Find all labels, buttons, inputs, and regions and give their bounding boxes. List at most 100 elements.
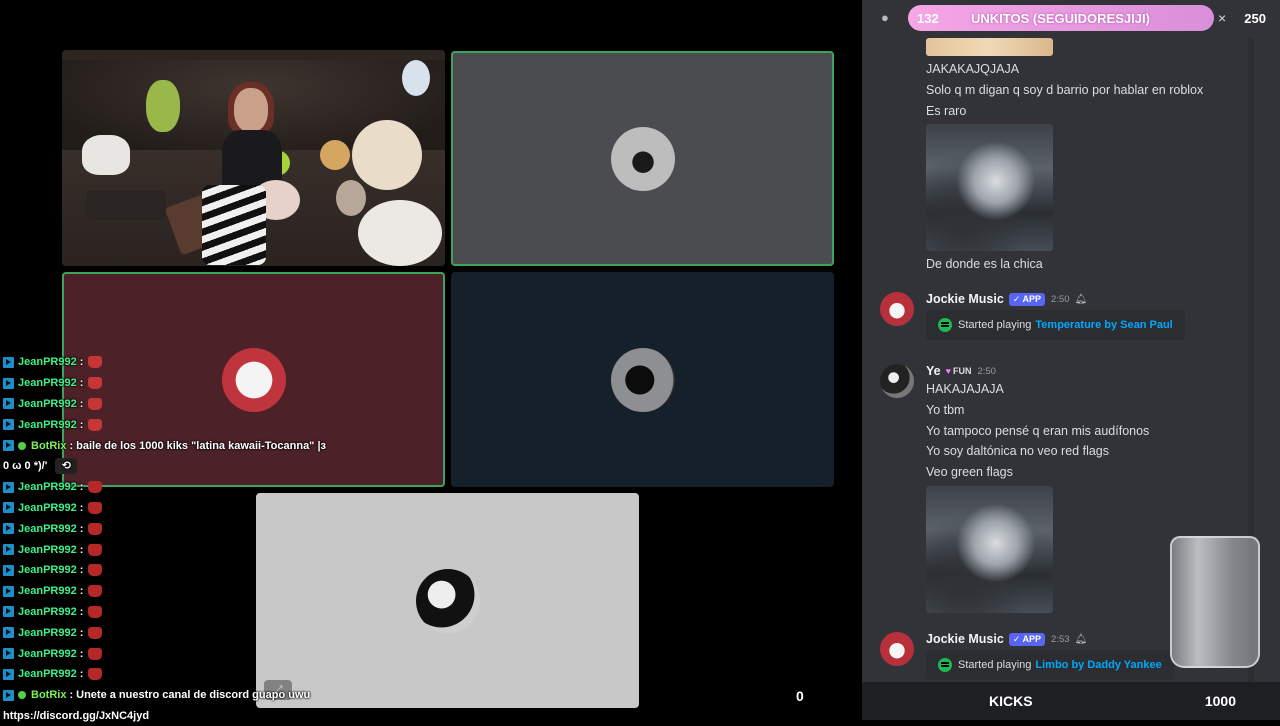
app-badge: ✓ APP — [1008, 632, 1046, 646]
kick-badge-icon — [3, 502, 14, 514]
chat-message-continuation[interactable]: https://discord.gg/JxNC4jyd — [0, 710, 149, 722]
emote-icon — [88, 481, 103, 494]
emote-icon — [88, 647, 103, 660]
embed-text: Started playing — [958, 319, 1032, 331]
kicks-label: KICKS — [989, 693, 1033, 709]
chat-line: JeanPR992: — [0, 373, 340, 394]
emote-icon — [88, 418, 103, 431]
webcam-tile[interactable] — [62, 50, 445, 266]
bell-icon: 🔔︎ — [1074, 293, 1088, 305]
username[interactable]: Jockie Music — [926, 632, 1004, 646]
message-text: HAKAJAJAJA — [926, 382, 1004, 396]
spotify-icon — [938, 318, 952, 332]
chat-message-continuation: 0 ω 0 *)/' — [3, 460, 48, 473]
participant-tile[interactable] — [451, 272, 834, 487]
chat-line-wrap: 0 ω 0 *)/' ⟲ — [0, 456, 340, 477]
jockie-avatar[interactable] — [880, 292, 914, 326]
chat-username[interactable]: JeanPR992 — [18, 627, 77, 639]
chat-username[interactable]: JeanPR992 — [18, 606, 77, 618]
username[interactable]: Jockie Music — [926, 292, 1004, 306]
kicks-alert-banner: ● 132 UNKITOS (SEGUIDORESJIJI) × 250 — [868, 5, 1274, 31]
refresh-icon[interactable]: ⟲ — [55, 458, 78, 475]
message-header: Jockie Music ✓ APP 2:53 🔔︎ — [926, 632, 1087, 646]
chat-message: Unete a nuestro canal de discord guapo u… — [76, 689, 311, 702]
image-attachment[interactable] — [926, 38, 1053, 56]
message-header: Jockie Music ✓ APP 2:50 🔔︎ — [926, 292, 1087, 306]
chat-username[interactable]: BotRix — [31, 440, 66, 452]
kick-badge-icon — [3, 668, 14, 680]
chat-separator: : — [79, 501, 84, 514]
image-attachment[interactable] — [926, 124, 1053, 251]
chat-line: JeanPR992: — [0, 581, 340, 602]
chat-separator: : — [79, 543, 84, 556]
chat-username[interactable]: JeanPR992 — [18, 377, 77, 389]
ye-avatar[interactable] — [880, 364, 914, 398]
embed-text: Started playing — [958, 659, 1032, 671]
emote-icon — [88, 668, 103, 681]
chat-separator: : — [69, 439, 74, 452]
message-text: Yo soy daltónica no veo red flags — [926, 444, 1109, 458]
chat-username[interactable]: JeanPR992 — [18, 419, 77, 431]
username[interactable]: Ye — [926, 364, 941, 378]
emote-icon — [88, 377, 103, 390]
chat-line: JeanPR992: — [0, 643, 340, 664]
chat-message: baile de los 1000 kiks "latina kawaii-To… — [76, 439, 326, 452]
chat-line: JeanPR992: — [0, 498, 340, 519]
chat-separator: : — [79, 605, 84, 618]
kick-badge-icon — [3, 689, 14, 701]
kick-badge-icon — [3, 377, 14, 389]
kicks-goal-bar: KICKS 1000 — [862, 682, 1280, 720]
chat-separator: : — [79, 356, 84, 369]
song-link[interactable]: Limbo by Daddy Yankee — [1035, 659, 1161, 671]
chat-separator: : — [79, 564, 84, 577]
emote-icon — [88, 585, 103, 598]
chat-line: JeanPR992: — [0, 414, 340, 435]
kick-badge-icon — [3, 440, 14, 452]
role-tag: ♥ FUN — [945, 366, 972, 376]
chat-line: JeanPR992: — [0, 518, 340, 539]
chat-separator: : — [79, 418, 84, 431]
chat-separator: : — [79, 481, 84, 494]
chat-line: JeanPR992: — [0, 352, 340, 373]
emote-icon — [88, 356, 103, 369]
chat-username[interactable]: JeanPR992 — [18, 544, 77, 556]
participant-avatar — [610, 347, 675, 412]
chat-username[interactable]: JeanPR992 — [18, 648, 77, 660]
kicks-target: 1000 — [1204, 693, 1236, 709]
emote-icon — [88, 564, 103, 577]
chat-separator: : — [79, 377, 84, 390]
counter-value: 0 — [796, 688, 804, 704]
jockie-avatar[interactable] — [880, 632, 914, 666]
music-embed: Started playing Limbo by Daddy Yankee — [926, 650, 1174, 680]
chat-username[interactable]: BotRix — [31, 689, 66, 701]
chat-username[interactable]: JeanPR992 — [18, 585, 77, 597]
chat-line: BotRix: baile de los 1000 kiks "latina ka… — [0, 435, 340, 456]
message-text: De donde es la chica — [926, 257, 1043, 271]
close-icon[interactable]: × — [1218, 10, 1226, 26]
chat-username[interactable]: JeanPR992 — [18, 356, 77, 368]
chat-username[interactable]: JeanPR992 — [18, 668, 77, 680]
participant-tile[interactable] — [451, 51, 834, 266]
chat-username[interactable]: JeanPR992 — [18, 523, 77, 535]
chat-bubble-icon: ● — [881, 10, 889, 25]
chat-line-wrap: https://discord.gg/JxNC4jyd — [0, 706, 340, 726]
chat-username[interactable]: JeanPR992 — [18, 398, 77, 410]
image-attachment[interactable] — [926, 486, 1053, 613]
chat-separator: : — [79, 668, 84, 681]
chat-separator: : — [79, 647, 84, 660]
app-badge: ✓ APP — [1008, 292, 1046, 306]
chat-username[interactable]: JeanPR992 — [18, 564, 77, 576]
music-embed: Started playing Temperature by Sean Paul — [926, 310, 1185, 340]
message-text: JAKAKAJQJAJA — [926, 62, 1020, 76]
chat-username[interactable]: JeanPR992 — [18, 481, 77, 493]
message-text: Yo tampoco pensé q eran mis audífonos — [926, 424, 1150, 438]
song-link[interactable]: Temperature by Sean Paul — [1035, 319, 1172, 331]
chat-separator: : — [79, 522, 84, 535]
spotify-icon — [938, 658, 952, 672]
emote-icon — [88, 543, 103, 556]
emote-icon — [88, 605, 103, 618]
chat-line: JeanPR992: — [0, 394, 340, 415]
chat-line: JeanPR992: — [0, 622, 340, 643]
chat-username[interactable]: JeanPR992 — [18, 502, 77, 514]
message-text: Yo tbm — [926, 403, 965, 417]
